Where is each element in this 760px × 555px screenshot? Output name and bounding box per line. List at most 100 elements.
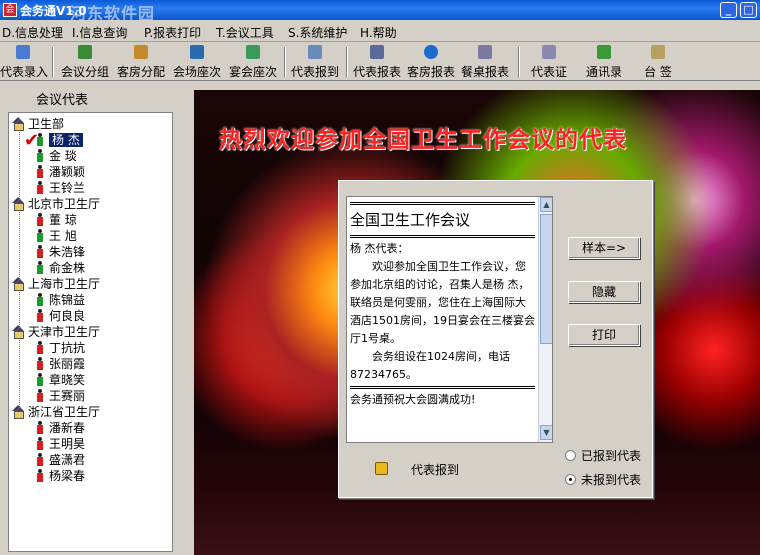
- tree-delegate[interactable]: 杨 杰: [37, 132, 83, 148]
- toolbar-venue-seating[interactable]: 会场座次: [170, 45, 224, 79]
- house-icon: [12, 277, 25, 291]
- badge-icon: [542, 45, 556, 59]
- hide-button[interactable]: 隐藏: [568, 281, 640, 303]
- radio-reported-circle[interactable]: [565, 450, 576, 461]
- toolbar-badge[interactable]: 代表证: [524, 45, 574, 79]
- welcome-panel: 热烈欢迎参加全国卫生工作会议的代表 全国卫生工作会议 杨 杰代表： 欢迎参加全国…: [194, 90, 760, 555]
- letter-body: 欢迎参加全国卫生工作会议，您参加北京组的讨论，召集人是杨 杰，联络员是何雯丽，您…: [350, 260, 535, 345]
- banquet-icon: [246, 45, 260, 59]
- house-icon: [12, 117, 25, 131]
- tree-delegate[interactable]: 金 琰: [37, 148, 77, 164]
- letter-scrollbar[interactable]: ▲ ▼: [538, 197, 552, 442]
- checkin-label: 代表报到: [411, 463, 460, 477]
- toolbar: 代表录入 会议分组 客房分配 会场座次 宴会座次 代表报到 代表报表 客房报表 …: [0, 43, 760, 81]
- letter-title: 全国卫生工作会议: [350, 211, 471, 229]
- tree-delegate[interactable]: 何良良: [37, 308, 85, 324]
- scroll-down-icon[interactable]: ▼: [540, 425, 552, 440]
- toolbar-group-assign[interactable]: 会议分组: [58, 45, 112, 79]
- maximize-button[interactable]: □: [740, 2, 757, 18]
- book-icon: [597, 45, 611, 59]
- table-icon: [478, 45, 492, 59]
- tree-delegate[interactable]: 陈锦益: [37, 292, 85, 308]
- room-icon: [134, 45, 148, 59]
- female-person-icon: [37, 389, 43, 402]
- tree-group[interactable]: 北京市卫生厅: [12, 196, 100, 212]
- toolbar-room-report[interactable]: 客房报表: [404, 45, 458, 79]
- divider: [350, 235, 535, 238]
- tree-delegate[interactable]: 潘颖颖: [37, 164, 85, 180]
- house-icon: [12, 325, 25, 339]
- menu-info-process[interactable]: D.信息处理: [2, 24, 63, 41]
- tree-delegate[interactable]: 潘新春: [37, 420, 85, 436]
- delegate-tree[interactable]: 卫生部 杨 杰 金 琰 潘颖颖 王铃兰 北京市卫生厅 董 琼 王 旭 朱浩锋 俞…: [8, 112, 173, 552]
- title-bar: 会 会务通V1.0 河东软件园 _ □: [0, 0, 760, 23]
- tree-delegate[interactable]: 朱浩锋: [37, 244, 85, 260]
- tree-delegate[interactable]: 王 旭: [37, 228, 77, 244]
- male-person-icon: [37, 261, 43, 274]
- card-icon: [651, 45, 665, 59]
- female-person-icon: [37, 437, 43, 450]
- tree-delegate[interactable]: 王明昊: [37, 436, 85, 452]
- toolbar-checkin[interactable]: 代表报到: [288, 45, 342, 79]
- tree-delegate[interactable]: 盛潇君: [37, 452, 85, 468]
- letter-preview: 全国卫生工作会议 杨 杰代表： 欢迎参加全国卫生工作会议，您参加北京组的讨论，召…: [346, 196, 553, 443]
- menu-bar: D.信息处理 I.信息查询 P.报表打印 T.会议工具 S.系统维护 H.帮助: [0, 20, 760, 42]
- toolbar-room-assign[interactable]: 客房分配: [114, 45, 168, 79]
- tree-delegate[interactable]: 丁抗抗: [37, 340, 85, 356]
- letter-body-2: 会务组设在1024房间，电话87234765。: [350, 350, 510, 381]
- tree-group[interactable]: 浙江省卫生厅: [12, 404, 100, 420]
- male-person-icon: [37, 293, 43, 306]
- menu-meeting-tools[interactable]: T.会议工具: [216, 24, 274, 41]
- checkmark-icon: ✔: [24, 130, 40, 151]
- tree-delegate[interactable]: 张丽霞: [37, 356, 85, 372]
- tree-group[interactable]: 天津市卫生厅: [12, 324, 100, 340]
- app-icon: 会: [3, 3, 17, 17]
- female-person-icon: [37, 469, 43, 482]
- print-button[interactable]: 打印: [568, 324, 640, 346]
- sidebar: 会议代表 卫生部 杨 杰 金 琰 潘颖颖 王铃兰 北京市卫生厅 董 琼 王 旭 …: [0, 82, 190, 555]
- radio-unreported[interactable]: 未报到代表: [565, 471, 641, 488]
- sidebar-title: 会议代表: [36, 93, 89, 108]
- sample-button[interactable]: 样本=>: [568, 237, 640, 259]
- female-person-icon: [37, 341, 43, 354]
- toolbar-separator: [284, 47, 286, 77]
- tree-delegate[interactable]: 杨梁春: [37, 468, 85, 484]
- key-icon[interactable]: [375, 462, 388, 475]
- radio-reported[interactable]: 已报到代表: [565, 447, 641, 464]
- tree-delegate[interactable]: 董 琼: [37, 212, 77, 228]
- seat-icon: [190, 45, 204, 59]
- tree-group[interactable]: 上海市卫生厅: [12, 276, 100, 292]
- scroll-up-icon[interactable]: ▲: [540, 197, 552, 212]
- toolbar-delegate-report[interactable]: 代表报表: [350, 45, 404, 79]
- checkin-dialog: 全国卫生工作会议 杨 杰代表： 欢迎参加全国卫生工作会议，您参加北京组的讨论，召…: [338, 180, 653, 498]
- female-person-icon: [37, 165, 43, 178]
- female-person-icon: [37, 245, 43, 258]
- house-icon: [12, 197, 25, 211]
- refresh-icon: [424, 45, 438, 59]
- tree-delegate[interactable]: 俞金株: [37, 260, 85, 276]
- divider: [350, 386, 535, 389]
- person-icon: [16, 45, 30, 59]
- female-person-icon: [37, 309, 43, 322]
- scroll-thumb[interactable]: [540, 214, 552, 344]
- menu-info-query[interactable]: I.信息查询: [72, 24, 127, 41]
- tree-delegate[interactable]: 章晓笑: [37, 372, 85, 388]
- menu-system-maintenance[interactable]: S.系统维护: [288, 24, 347, 41]
- female-person-icon: [37, 421, 43, 434]
- toolbar-table-card[interactable]: 台 签: [634, 45, 682, 79]
- minimize-button[interactable]: _: [720, 2, 737, 18]
- toolbar-contacts[interactable]: 通讯录: [580, 45, 628, 79]
- menu-help[interactable]: H.帮助: [360, 24, 397, 41]
- menu-report-print[interactable]: P.报表打印: [144, 24, 201, 41]
- toolbar-delegate-entry[interactable]: 代表录入: [0, 45, 48, 79]
- female-person-icon: [37, 453, 43, 466]
- toolbar-separator: [346, 47, 348, 77]
- tree-delegate[interactable]: 王铃兰: [37, 180, 85, 196]
- tree-delegate[interactable]: 王赛丽: [37, 388, 85, 404]
- radio-unreported-circle[interactable]: [565, 474, 576, 485]
- welcome-banner: 热烈欢迎参加全国卫生工作会议的代表: [219, 126, 627, 153]
- toolbar-table-report[interactable]: 餐桌报表: [458, 45, 512, 79]
- female-person-icon: [37, 181, 43, 194]
- female-person-icon: [37, 357, 43, 370]
- toolbar-banquet-seating[interactable]: 宴会座次: [226, 45, 280, 79]
